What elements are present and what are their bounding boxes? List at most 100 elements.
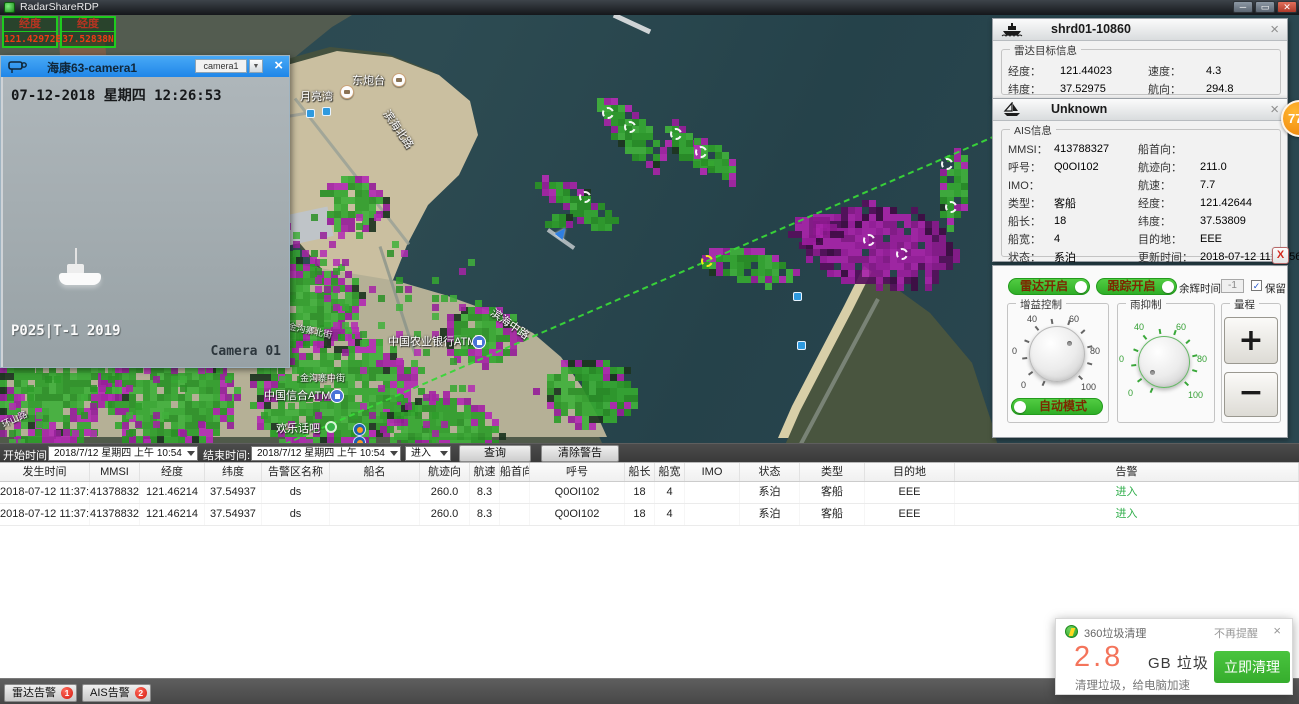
- radar-target-marker[interactable]: [579, 191, 591, 203]
- column-header[interactable]: 状态: [740, 463, 800, 481]
- transit-stop-icon[interactable]: [306, 109, 315, 118]
- window-title: RadarShareRDP: [20, 1, 99, 13]
- chevron-down-icon[interactable]: [440, 451, 448, 456]
- clean-now-button[interactable]: 立即清理: [1214, 651, 1290, 683]
- column-header[interactable]: MMSI: [90, 463, 140, 481]
- radar-target-marker[interactable]: [695, 146, 707, 158]
- range-group-label: 量程: [1230, 297, 1259, 312]
- panel-close-button[interactable]: X: [1272, 247, 1289, 264]
- radar-panel-titlebar[interactable]: shrd01-10860 ×: [993, 19, 1287, 41]
- radar-target-marker[interactable]: [941, 158, 953, 170]
- radar-panel-close-icon[interactable]: ×: [1270, 21, 1279, 38]
- gain-dial[interactable]: 40600800100: [1008, 304, 1110, 394]
- field-label: 目的地：: [1138, 231, 1200, 247]
- dial-knob[interactable]: [1138, 336, 1190, 388]
- clear-alarms-button[interactable]: 清除警告: [541, 445, 619, 462]
- hotspot-icon[interactable]: [353, 423, 366, 436]
- minimize-icon[interactable]: ─: [1233, 1, 1253, 13]
- auto-mode-toggle[interactable]: 自动模式: [1011, 398, 1103, 415]
- radar-target-marker[interactable]: [896, 248, 908, 260]
- column-header[interactable]: 航迹向: [420, 463, 470, 481]
- alarm-enter-link[interactable]: 进入: [955, 504, 1299, 525]
- bar-icon[interactable]: [325, 421, 337, 433]
- table-cell: Q0OI102: [530, 482, 625, 503]
- camera-title: 海康63-camera1: [47, 59, 137, 76]
- field-value: 系泊: [1054, 249, 1138, 265]
- toggle-knob: [1162, 281, 1174, 293]
- close-icon[interactable]: ✕: [1277, 1, 1297, 13]
- column-header[interactable]: 纬度: [205, 463, 262, 481]
- column-header[interactable]: 呼号: [530, 463, 625, 481]
- column-header[interactable]: 航速: [470, 463, 500, 481]
- dismiss-link[interactable]: 不再提醒: [1214, 625, 1258, 641]
- track-on-toggle[interactable]: 跟踪开启: [1096, 278, 1177, 295]
- radar-alarm-button[interactable]: 雷达告警 1: [4, 684, 77, 702]
- dial-knob[interactable]: [1029, 326, 1085, 382]
- table-cell: [685, 504, 740, 525]
- dial-tick: [1080, 330, 1085, 334]
- maximize-icon[interactable]: ▭: [1255, 1, 1275, 13]
- atm-icon[interactable]: [330, 389, 344, 403]
- title-bar: RadarShareRDP ─ ▭ ✕: [0, 0, 1299, 15]
- radar-target-marker[interactable]: [670, 128, 682, 140]
- map-canvas[interactable]: 月亮湾东炮台滨海北路滨海中路金沟寨北街金沟寨中街中国农业银行ATM中国信合ATM…: [0, 15, 1299, 443]
- field-label: 经度：: [1008, 63, 1060, 79]
- query-button[interactable]: 查询: [459, 445, 531, 462]
- range-plus-button[interactable]: +: [1224, 317, 1278, 364]
- table-cell: ds: [262, 504, 330, 525]
- column-header[interactable]: 类型: [800, 463, 865, 481]
- chevron-down-icon[interactable]: [187, 451, 195, 456]
- column-header[interactable]: 船首向: [500, 463, 530, 481]
- column-header[interactable]: 船名: [330, 463, 420, 481]
- camera-timestamp: 07-12-2018 星期四 12:26:53: [11, 85, 222, 105]
- column-header[interactable]: 经度: [140, 463, 205, 481]
- end-time-picker[interactable]: 2018/7/12 星期四 上午 10:54: [251, 446, 401, 461]
- ais-alarm-button[interactable]: AIS告警 2: [82, 684, 151, 702]
- camera-close-icon[interactable]: ×: [274, 57, 283, 74]
- camera-selector[interactable]: camera1: [195, 59, 247, 73]
- column-header[interactable]: 船长: [625, 463, 655, 481]
- column-header[interactable]: 发生时间: [0, 463, 90, 481]
- atm-icon[interactable]: [472, 335, 486, 349]
- table-row[interactable]: 2018-07-12 11:37:26413788327121.4621437.…: [0, 504, 1299, 526]
- hotspot-icon[interactable]: [353, 436, 366, 443]
- poi-camera-icon[interactable]: [340, 85, 354, 99]
- range-minus-button[interactable]: −: [1224, 372, 1278, 417]
- radar-target-marker[interactable]: [602, 107, 614, 119]
- start-time-picker[interactable]: 2018/7/12 星期四 上午 10:54: [48, 446, 198, 461]
- column-header[interactable]: IMO: [685, 463, 740, 481]
- transit-stop-icon[interactable]: [797, 341, 806, 350]
- keep-checkbox[interactable]: ✓: [1251, 280, 1262, 291]
- column-header[interactable]: 目的地: [865, 463, 955, 481]
- column-header[interactable]: 告警: [955, 463, 1299, 481]
- transit-stop-icon[interactable]: [793, 292, 802, 301]
- alarm-enter-link[interactable]: 进入: [955, 482, 1299, 503]
- junk-size: 2.8: [1074, 641, 1123, 674]
- table-row[interactable]: 2018-07-12 11:37:26413788327121.4621437.…: [0, 482, 1299, 504]
- radar-on-toggle[interactable]: 雷达开启: [1008, 278, 1090, 295]
- ais-panel-close-icon[interactable]: ×: [1270, 101, 1279, 118]
- radar-target-marker[interactable]: [863, 234, 875, 246]
- field-label: 状态：: [1008, 249, 1054, 265]
- field-value: EEE: [1200, 233, 1299, 245]
- latitude-readout: 经度 37.52838N: [60, 16, 116, 48]
- selected-target-marker[interactable]: [701, 255, 713, 267]
- field-label: 航速：: [1138, 177, 1200, 193]
- chevron-down-icon[interactable]: ▼: [249, 59, 263, 73]
- popup-close-icon[interactable]: ×: [1273, 623, 1281, 638]
- dial-tick: [1158, 329, 1160, 334]
- transit-stop-icon[interactable]: [322, 107, 331, 116]
- cleaner-desc: 清理垃圾，给电脑加速: [1075, 677, 1190, 693]
- ais-panel-titlebar[interactable]: Unknown ×: [993, 99, 1287, 121]
- alarm-type-select[interactable]: 进入: [405, 446, 451, 461]
- column-header[interactable]: 船宽: [655, 463, 685, 481]
- poi-camera-icon[interactable]: [392, 73, 406, 87]
- camera-titlebar[interactable]: 海康63-camera1 camera1 ▼ ×: [1, 56, 289, 77]
- radar-target-marker[interactable]: [624, 121, 636, 133]
- afterglow-input[interactable]: -1: [1221, 279, 1244, 293]
- rain-dial[interactable]: 40600800100: [1118, 304, 1216, 422]
- column-header[interactable]: 告警区名称: [262, 463, 330, 481]
- table-cell: 4: [655, 504, 685, 525]
- chevron-down-icon[interactable]: [390, 451, 398, 456]
- radar-target-marker[interactable]: [945, 201, 957, 213]
